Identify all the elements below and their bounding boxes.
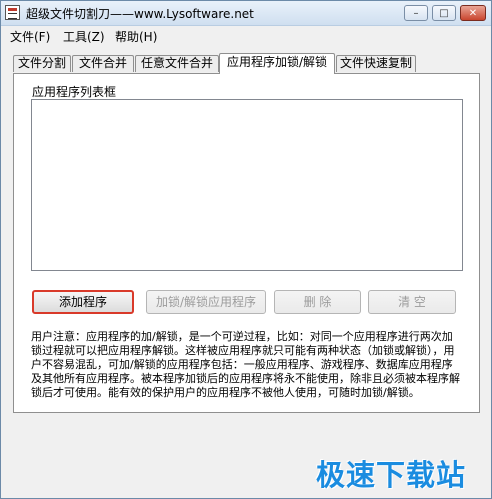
menu-help[interactable]: 帮助(H) — [115, 28, 157, 45]
app-icon — [5, 5, 20, 20]
tab-app-lock[interactable]: 应用程序加锁/解锁 — [219, 53, 335, 74]
window-title: 超级文件切割刀——www.Lysoftware.net — [26, 7, 254, 21]
app-window: 超级文件切割刀——www.Lysoftware.net – □ ✕ 文件(F) … — [0, 0, 492, 499]
add-program-button[interactable]: 添加程序 — [32, 290, 134, 314]
tab-any-file-merge[interactable]: 任意文件合并 — [135, 55, 219, 72]
menu-tools[interactable]: 工具(Z) — [63, 28, 105, 45]
menu-bar: 文件(F) 工具(Z) 帮助(H) — [1, 26, 491, 44]
menu-file[interactable]: 文件(F) — [10, 28, 50, 45]
lock-unlock-button[interactable]: 加锁/解锁应用程序 — [146, 290, 266, 314]
delete-button[interactable]: 删 除 — [274, 290, 361, 314]
title-bar[interactable]: 超级文件切割刀——www.Lysoftware.net – □ ✕ — [1, 1, 491, 26]
user-notice-text: 用户注意：应用程序的加/解锁，是一个可逆过程，比如：对同一个应用程序进行两次加锁… — [31, 330, 460, 399]
close-button[interactable]: ✕ — [460, 5, 486, 21]
tab-quick-copy[interactable]: 文件快速复制 — [336, 55, 416, 72]
maximize-button[interactable]: □ — [432, 5, 456, 21]
app-list-label: 应用程序列表框 — [32, 85, 117, 99]
clear-button[interactable]: 清 空 — [368, 290, 456, 314]
watermark-logo: 极速下载站 — [316, 458, 467, 492]
tab-file-split[interactable]: 文件分割 — [13, 55, 71, 72]
minimize-button[interactable]: – — [404, 5, 428, 21]
tab-file-merge[interactable]: 文件合并 — [72, 55, 134, 72]
app-listbox[interactable] — [31, 99, 463, 271]
